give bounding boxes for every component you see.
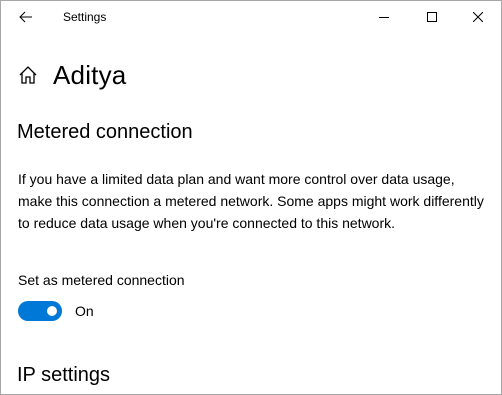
title-bar: Settings bbox=[1, 1, 501, 33]
metered-section-title: Metered connection bbox=[17, 121, 193, 143]
minimize-button[interactable] bbox=[361, 1, 407, 33]
toggle-state-text: On bbox=[75, 303, 94, 319]
maximize-icon bbox=[427, 12, 437, 22]
back-button[interactable] bbox=[7, 1, 45, 33]
maximize-button[interactable] bbox=[409, 1, 455, 33]
metered-toggle-row: On bbox=[18, 301, 94, 321]
back-arrow-icon bbox=[19, 11, 32, 23]
page-header: Aditya bbox=[17, 57, 126, 93]
page-title: Aditya bbox=[53, 59, 127, 90]
window-title: Settings bbox=[63, 10, 107, 24]
home-icon[interactable] bbox=[17, 64, 39, 86]
settings-window: Settings Aditya Metered connection If yo… bbox=[0, 0, 502, 395]
ip-settings-title: IP settings bbox=[17, 364, 111, 386]
close-icon bbox=[473, 12, 483, 22]
minimize-icon bbox=[379, 17, 389, 18]
metered-toggle-switch[interactable] bbox=[18, 301, 62, 321]
toggle-knob bbox=[47, 306, 57, 316]
metered-toggle-label: Set as metered connection bbox=[18, 272, 185, 288]
metered-description: If you have a limited data plan and want… bbox=[18, 171, 484, 231]
close-button[interactable] bbox=[455, 1, 501, 33]
